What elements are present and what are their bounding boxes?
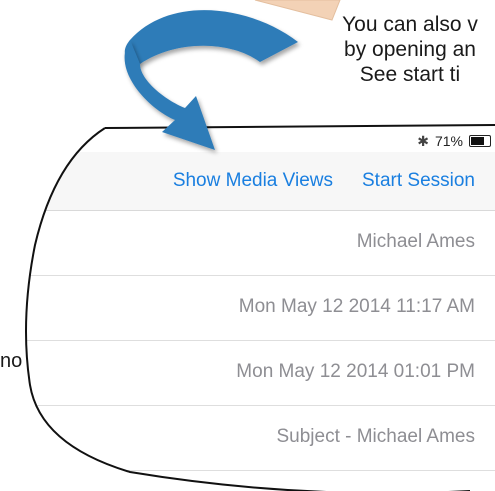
show-media-views-button[interactable]: Show Media Views — [173, 170, 333, 192]
list-item[interactable]: Michael Ames — [0, 211, 495, 276]
list-item-text: Mon May 12 2014 11:17 AM — [238, 296, 475, 317]
battery-percent: 71% — [434, 133, 463, 149]
bluetooth-icon: ✱ — [417, 132, 429, 149]
status-bar: ✱ 71% — [417, 130, 495, 152]
list-item-text: Michael Ames — [356, 231, 475, 252]
navigation-bar: Show Media Views Start Session — [0, 152, 495, 211]
list-item-text: Mon May 12 2014 01:01 PM — [236, 361, 475, 382]
list-item[interactable]: Subject - Michael Ames — [0, 406, 495, 471]
list-item[interactable]: Mon May 12 2014 01:01 PM — [0, 341, 495, 406]
magnified-screen: ✱ 71% Show Media Views Start Session Mic… — [0, 0, 495, 491]
list-item-text: Subject - Michael Ames — [276, 426, 475, 447]
list-item[interactable]: Mon May 12 2014 11:17 AM — [0, 276, 495, 341]
start-session-button[interactable]: Start Session — [362, 170, 475, 192]
battery-icon — [469, 135, 491, 147]
tutorial-stage: You can also v by opening an See start t… — [0, 0, 495, 491]
